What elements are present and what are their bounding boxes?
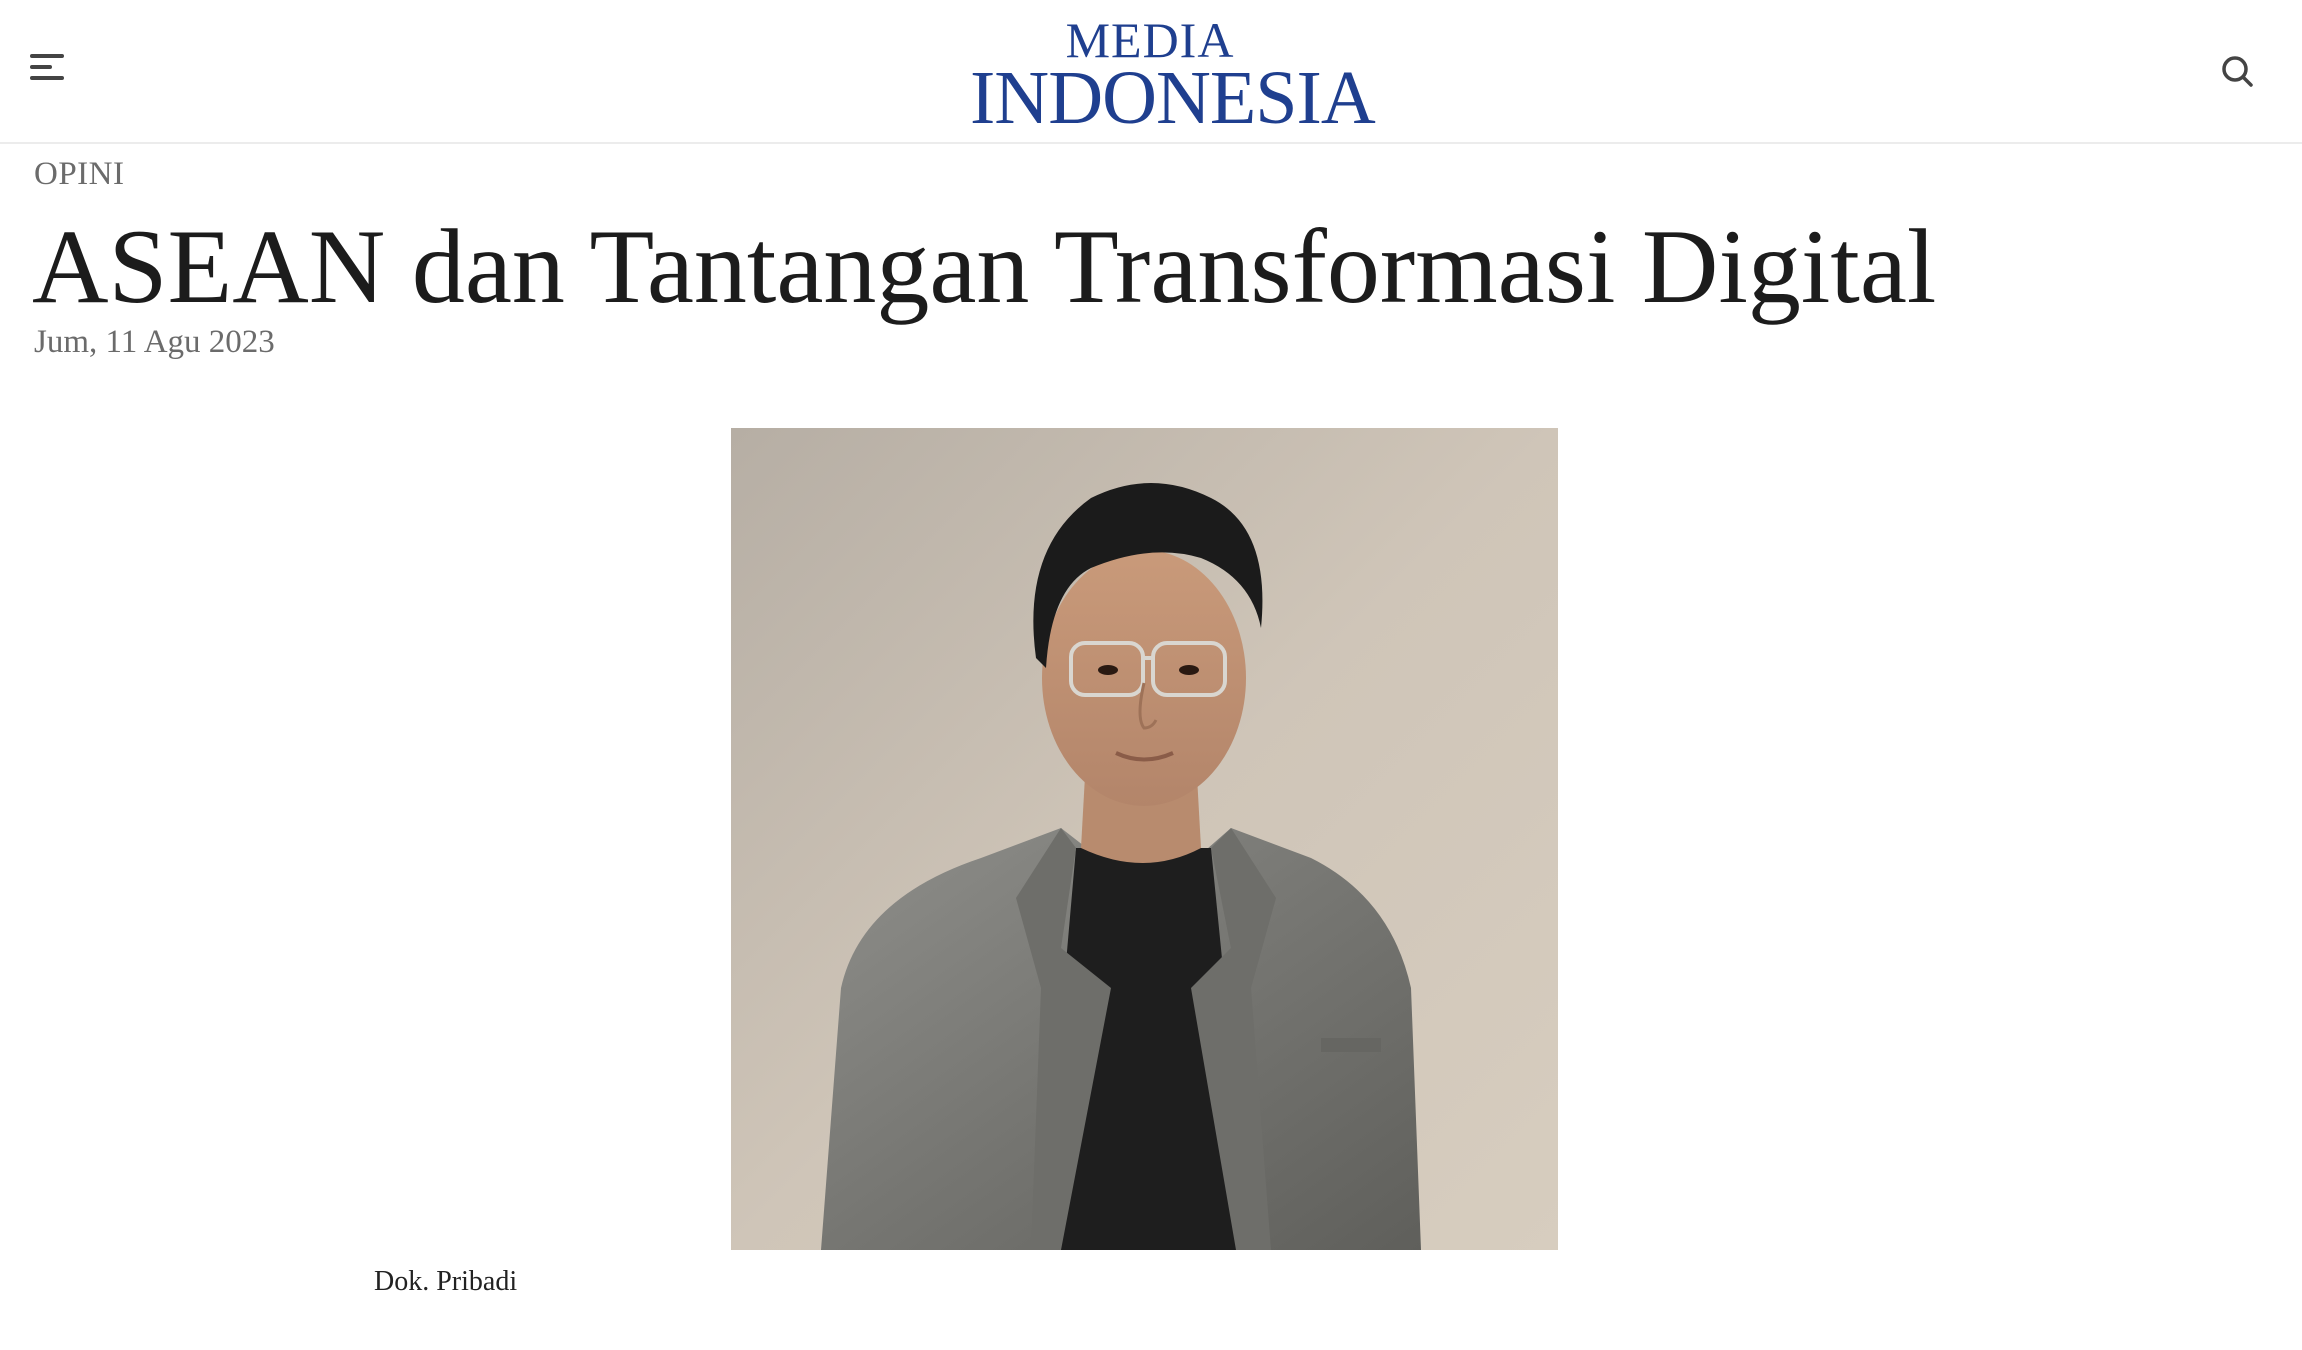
site-header: MEDIA INDONESIA [0, 0, 2302, 144]
logo-text-bottom: INDONESIA [970, 56, 1376, 140]
photo-caption: Dok. Pribadi [374, 1266, 518, 1297]
site-logo[interactable]: MEDIA INDONESIA [970, 14, 1376, 136]
hamburger-menu-icon[interactable] [30, 50, 74, 86]
article-category[interactable]: OPINI [34, 156, 125, 193]
article-date: Jum, 11 Agu 2023 [34, 324, 275, 360]
article-photo [731, 428, 1558, 1250]
article-title: ASEAN dan Tantangan Transformasi Digital [32, 208, 1937, 325]
search-icon[interactable] [2218, 52, 2258, 92]
